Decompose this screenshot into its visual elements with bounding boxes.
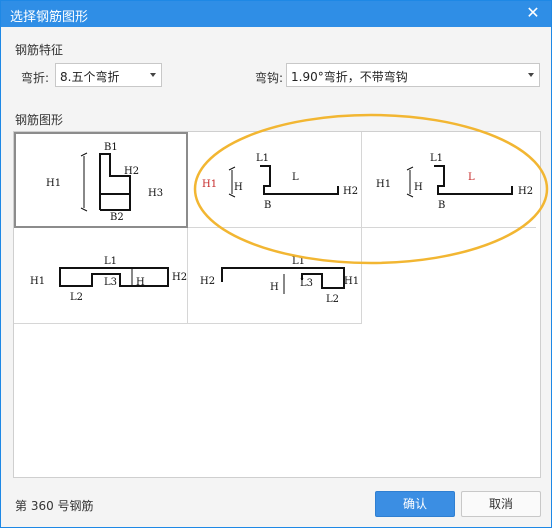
shape-label: L1 xyxy=(104,256,117,267)
shape-label: L2 xyxy=(70,292,83,303)
shape-label: H2 xyxy=(518,186,533,197)
shape-label: L1 xyxy=(430,153,443,164)
shape-label: L xyxy=(468,172,475,183)
shape-label: L1 xyxy=(292,256,305,267)
shape-label: B xyxy=(438,200,445,211)
bend-select[interactable]: 8.五个弯折 xyxy=(55,63,162,87)
hook-select-value: 1.90°弯折，不带弯钩 xyxy=(291,70,408,84)
shapes-section-label: 钢筋图形 xyxy=(15,113,64,127)
shape-label: L1 xyxy=(256,153,269,164)
shape-label: H2 xyxy=(172,272,187,283)
titlebar: 选择钢筋图形 ✕ xyxy=(1,1,551,27)
shape-label: H2 xyxy=(124,166,139,177)
shape-label: L3 xyxy=(104,277,117,288)
shape-label: H xyxy=(234,182,243,193)
features-section-label: 钢筋特征 xyxy=(15,43,64,57)
shape-label: H3 xyxy=(148,188,163,199)
shape-label: B xyxy=(264,200,271,211)
chevron-down-icon xyxy=(150,73,156,77)
shape-label: L xyxy=(292,172,299,183)
shape-label: L3 xyxy=(300,278,313,289)
shape-label: H xyxy=(270,282,279,293)
dialog-window: 选择钢筋图形 ✕ 钢筋特征 弯折: 8.五个弯折 弯钩: 1.90°弯折，不带弯… xyxy=(0,0,552,528)
shape-label: H1 xyxy=(344,276,359,287)
rebar-number-text: 第 360 号钢筋 xyxy=(15,499,94,513)
cancel-button[interactable]: 取消 xyxy=(461,491,541,517)
shape-label: H1 xyxy=(30,276,45,287)
shape-cell-4[interactable]: L1 H1 L3 H H2 L2 xyxy=(14,228,188,324)
hook-select[interactable]: 1.90°弯折，不带弯钩 xyxy=(286,63,540,87)
shape-label: H xyxy=(136,277,145,288)
window-title: 选择钢筋图形 xyxy=(10,10,89,25)
ok-button[interactable]: 确认 xyxy=(375,491,455,517)
shape-cell-5[interactable]: L1 H2 H L3 H1 L2 xyxy=(188,228,362,324)
shape-label: H2 xyxy=(343,186,358,197)
close-icon[interactable]: ✕ xyxy=(523,3,543,23)
shape-label: H1 xyxy=(202,179,217,190)
shape-cell-1[interactable]: B1 H1 H2 H3 B2 xyxy=(14,132,188,228)
shape-label: H2 xyxy=(200,276,215,287)
shape-label: H1 xyxy=(46,178,61,189)
shape-label: H xyxy=(414,182,423,193)
shape-gallery: B1 H1 H2 H3 B2 L1 L H1 H B H2 L1 L H1 H … xyxy=(13,131,541,478)
shape-cell-2[interactable]: L1 L H1 H B H2 xyxy=(188,132,362,228)
chevron-down-icon xyxy=(528,73,534,77)
shape-cell-3[interactable]: L1 L H1 H B H2 xyxy=(362,132,536,228)
shape-label: B2 xyxy=(110,212,124,223)
bend-label: 弯折: xyxy=(21,71,50,85)
shape-label: B1 xyxy=(104,142,118,153)
bend-select-value: 8.五个弯折 xyxy=(60,70,120,84)
hook-label: 弯钩: xyxy=(255,71,284,85)
shape-label: H1 xyxy=(376,179,391,190)
shape-label: L2 xyxy=(326,294,339,305)
